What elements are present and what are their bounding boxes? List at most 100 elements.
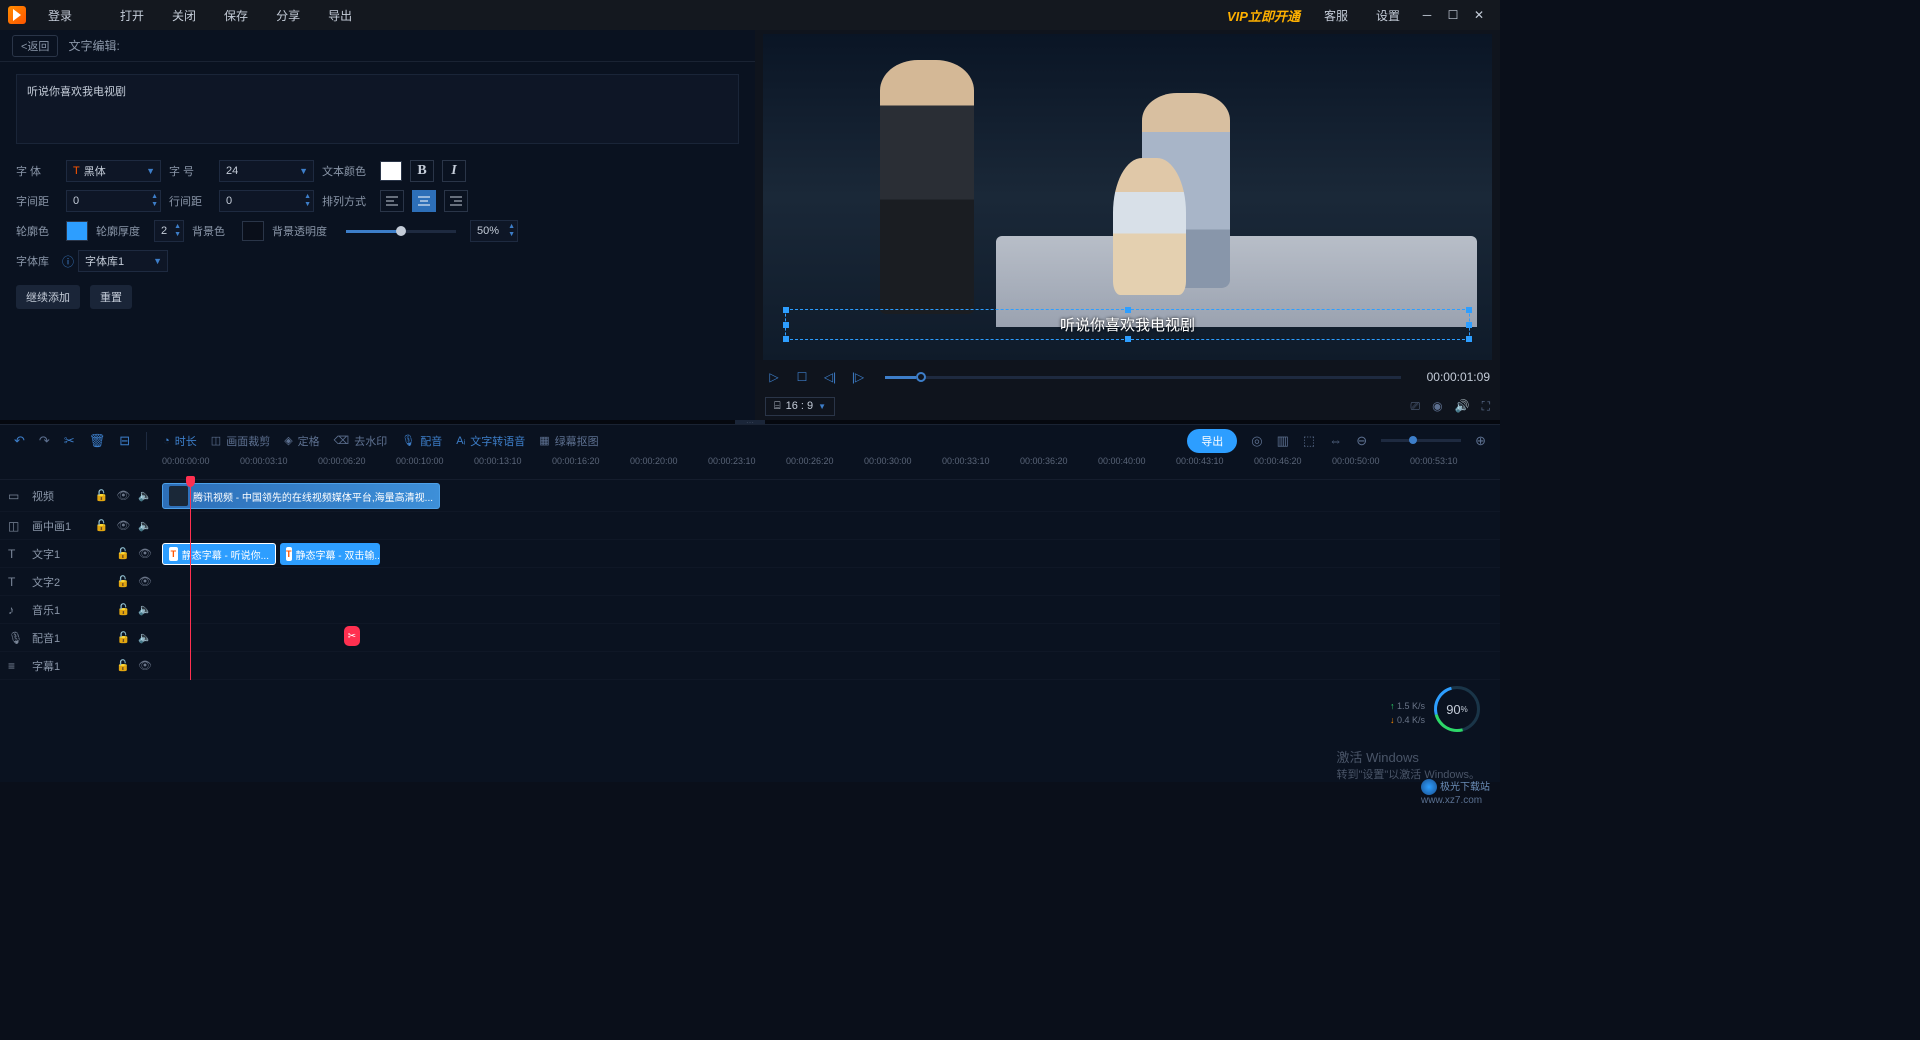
mic-icon: 🎙 <box>401 434 415 447</box>
ruler-tick: 00:00:26:20 <box>786 456 834 466</box>
cut-marker[interactable]: ✂ <box>344 626 360 646</box>
time-ruler[interactable]: 00:00:00:00 00:00:03:10 00:00:06:20 00:0… <box>0 456 1500 480</box>
remove-watermark-button[interactable]: ⌫去水印 <box>334 433 388 449</box>
ruler-tick: 00:00:06:20 <box>318 456 366 466</box>
fullscreen-icon[interactable]: ⛶ <box>1482 399 1490 414</box>
reset-button[interactable]: 重置 <box>90 285 132 309</box>
text-clip-2[interactable]: T静态字幕 - 双击输... <box>280 543 380 565</box>
timestamp: 00:00:01:09 <box>1427 370 1490 384</box>
font-label: 字 体 <box>16 163 58 179</box>
menu-share[interactable]: 分享 <box>262 7 314 24</box>
prev-frame-button[interactable]: ◁| <box>821 370 839 384</box>
mute-icon[interactable]: 🔈 <box>138 489 152 502</box>
text-clip-1[interactable]: T静态字幕 - 听说你... <box>162 543 276 565</box>
align-center-button[interactable] <box>412 190 436 212</box>
cast-icon[interactable]: ⎚ <box>1411 399 1421 414</box>
playhead[interactable] <box>190 480 191 680</box>
lock-icon[interactable]: 🔓 <box>117 603 131 616</box>
ruler-tick: 00:00:10:00 <box>396 456 444 466</box>
zoom-out-button[interactable]: ⊖ <box>1356 433 1367 449</box>
bg-color-swatch[interactable] <box>242 221 264 241</box>
freeze-button[interactable]: ◈定格 <box>284 433 319 449</box>
ruler-tick: 00:00:30:00 <box>864 456 912 466</box>
lock-icon[interactable]: 🔓 <box>95 519 109 532</box>
fontlib-select[interactable]: 字体库1▼ <box>78 250 168 272</box>
maximize-button[interactable]: ☐ <box>1440 2 1466 28</box>
eye-icon[interactable]: 👁 <box>138 575 152 588</box>
eye-icon[interactable]: 👁 <box>116 489 130 502</box>
cut-button[interactable]: ✂ <box>64 433 75 449</box>
vip-button[interactable]: VIP立即开通 <box>1217 6 1310 25</box>
mute-icon[interactable]: 🔈 <box>138 603 152 616</box>
text-color-swatch[interactable] <box>380 161 402 181</box>
bg-opacity-value[interactable]: 50%▲▼ <box>470 220 518 242</box>
seek-bar[interactable] <box>885 376 1401 379</box>
lock-icon[interactable]: 🔓 <box>116 547 130 560</box>
close-window-button[interactable]: ✕ <box>1466 2 1492 28</box>
menu-close[interactable]: 关闭 <box>158 7 210 24</box>
video-preview[interactable]: 听说你喜欢我电视剧 <box>763 34 1492 360</box>
align-right-button[interactable] <box>444 190 468 212</box>
voice-button[interactable]: 🎙配音 <box>401 433 442 449</box>
back-button[interactable]: <返回 <box>12 35 58 57</box>
caption-overlay[interactable]: 听说你喜欢我电视剧 <box>785 309 1470 340</box>
stop-button[interactable]: ☐ <box>793 370 811 384</box>
bold-button[interactable]: B <box>410 160 434 182</box>
export-button[interactable]: 导出 <box>1187 429 1237 453</box>
eye-icon[interactable]: 👁 <box>138 659 152 672</box>
outline-width-input[interactable]: 2▲▼ <box>154 220 184 242</box>
undo-button[interactable]: ↶ <box>14 433 25 449</box>
italic-button[interactable]: I <box>442 160 466 182</box>
subtitle-track: ≡字幕1🔓👁 <box>0 652 1500 680</box>
zoom-slider[interactable] <box>1381 439 1461 442</box>
lock-icon[interactable]: 🔓 <box>95 489 109 502</box>
outline-color-swatch[interactable] <box>66 221 88 241</box>
eye-icon[interactable]: 👁 <box>116 519 130 532</box>
lock-icon[interactable]: 🔓 <box>117 631 131 644</box>
zoom-in-button[interactable]: ⊕ <box>1475 433 1486 449</box>
snapshot-icon[interactable]: ◉ <box>1432 399 1442 414</box>
font-select[interactable]: T黑体▼ <box>66 160 161 182</box>
ruler-tick: 00:00:00:00 <box>162 456 210 466</box>
subtitle-track-icon: ≡ <box>8 659 24 673</box>
video-clip[interactable]: 腾讯视频 - 中国领先的在线视频媒体平台,海量高清视... <box>162 483 440 509</box>
split-button[interactable]: ⊟ <box>119 433 130 449</box>
mute-icon[interactable]: 🔈 <box>138 631 152 644</box>
login-button[interactable]: 登录 <box>34 7 86 24</box>
lock-icon[interactable]: 🔓 <box>116 659 130 672</box>
delete-button[interactable]: 🗑 <box>89 433 106 449</box>
preview-panel: 听说你喜欢我电视剧 ▷ ☐ ◁| |▷ 00:00:01:09 ⌸16 : 9▼… <box>755 30 1500 420</box>
crop-button[interactable]: ◫画面裁剪 <box>211 433 270 449</box>
play-button[interactable]: ▷ <box>765 370 783 384</box>
size-select[interactable]: 24▼ <box>219 160 314 182</box>
redo-button[interactable]: ↷ <box>39 433 50 449</box>
tts-button[interactable]: Aᵢ文字转语音 <box>456 433 525 449</box>
menu-export[interactable]: 导出 <box>314 7 366 24</box>
duration-button[interactable]: ◔时长 <box>163 433 197 449</box>
bg-color-label: 背景色 <box>192 223 234 239</box>
line-spacing-input[interactable]: 0▲▼ <box>219 190 314 212</box>
volume-icon[interactable]: 🔊 <box>1455 399 1470 414</box>
fontlib-info-icon[interactable]: ⓘ <box>62 253 74 270</box>
next-frame-button[interactable]: |▷ <box>849 370 867 384</box>
bg-opacity-slider[interactable] <box>346 230 456 233</box>
tool-icon-2[interactable]: ▥ <box>1277 433 1289 449</box>
text-track-icon: T <box>8 547 24 561</box>
greenscreen-button[interactable]: ▦绿幕抠图 <box>539 433 598 449</box>
menu-open[interactable]: 打开 <box>106 7 158 24</box>
tool-icon-4[interactable]: ⇔ <box>1329 433 1342 448</box>
customer-service[interactable]: 客服 <box>1310 7 1362 24</box>
lock-icon[interactable]: 🔓 <box>116 575 130 588</box>
eye-icon[interactable]: 👁 <box>138 547 152 560</box>
minimize-button[interactable]: ─ <box>1414 2 1440 28</box>
tool-icon-3[interactable]: ⬚ <box>1303 433 1315 449</box>
settings[interactable]: 设置 <box>1362 7 1414 24</box>
continue-add-button[interactable]: 继续添加 <box>16 285 80 309</box>
aspect-ratio-select[interactable]: ⌸16 : 9▼ <box>765 397 835 416</box>
text-input[interactable]: 听说你喜欢我电视剧 <box>16 74 739 144</box>
menu-save[interactable]: 保存 <box>210 7 262 24</box>
mute-icon[interactable]: 🔈 <box>138 519 152 532</box>
align-left-button[interactable] <box>380 190 404 212</box>
letter-spacing-input[interactable]: 0▲▼ <box>66 190 161 212</box>
tool-icon-1[interactable]: ◎ <box>1251 433 1262 449</box>
